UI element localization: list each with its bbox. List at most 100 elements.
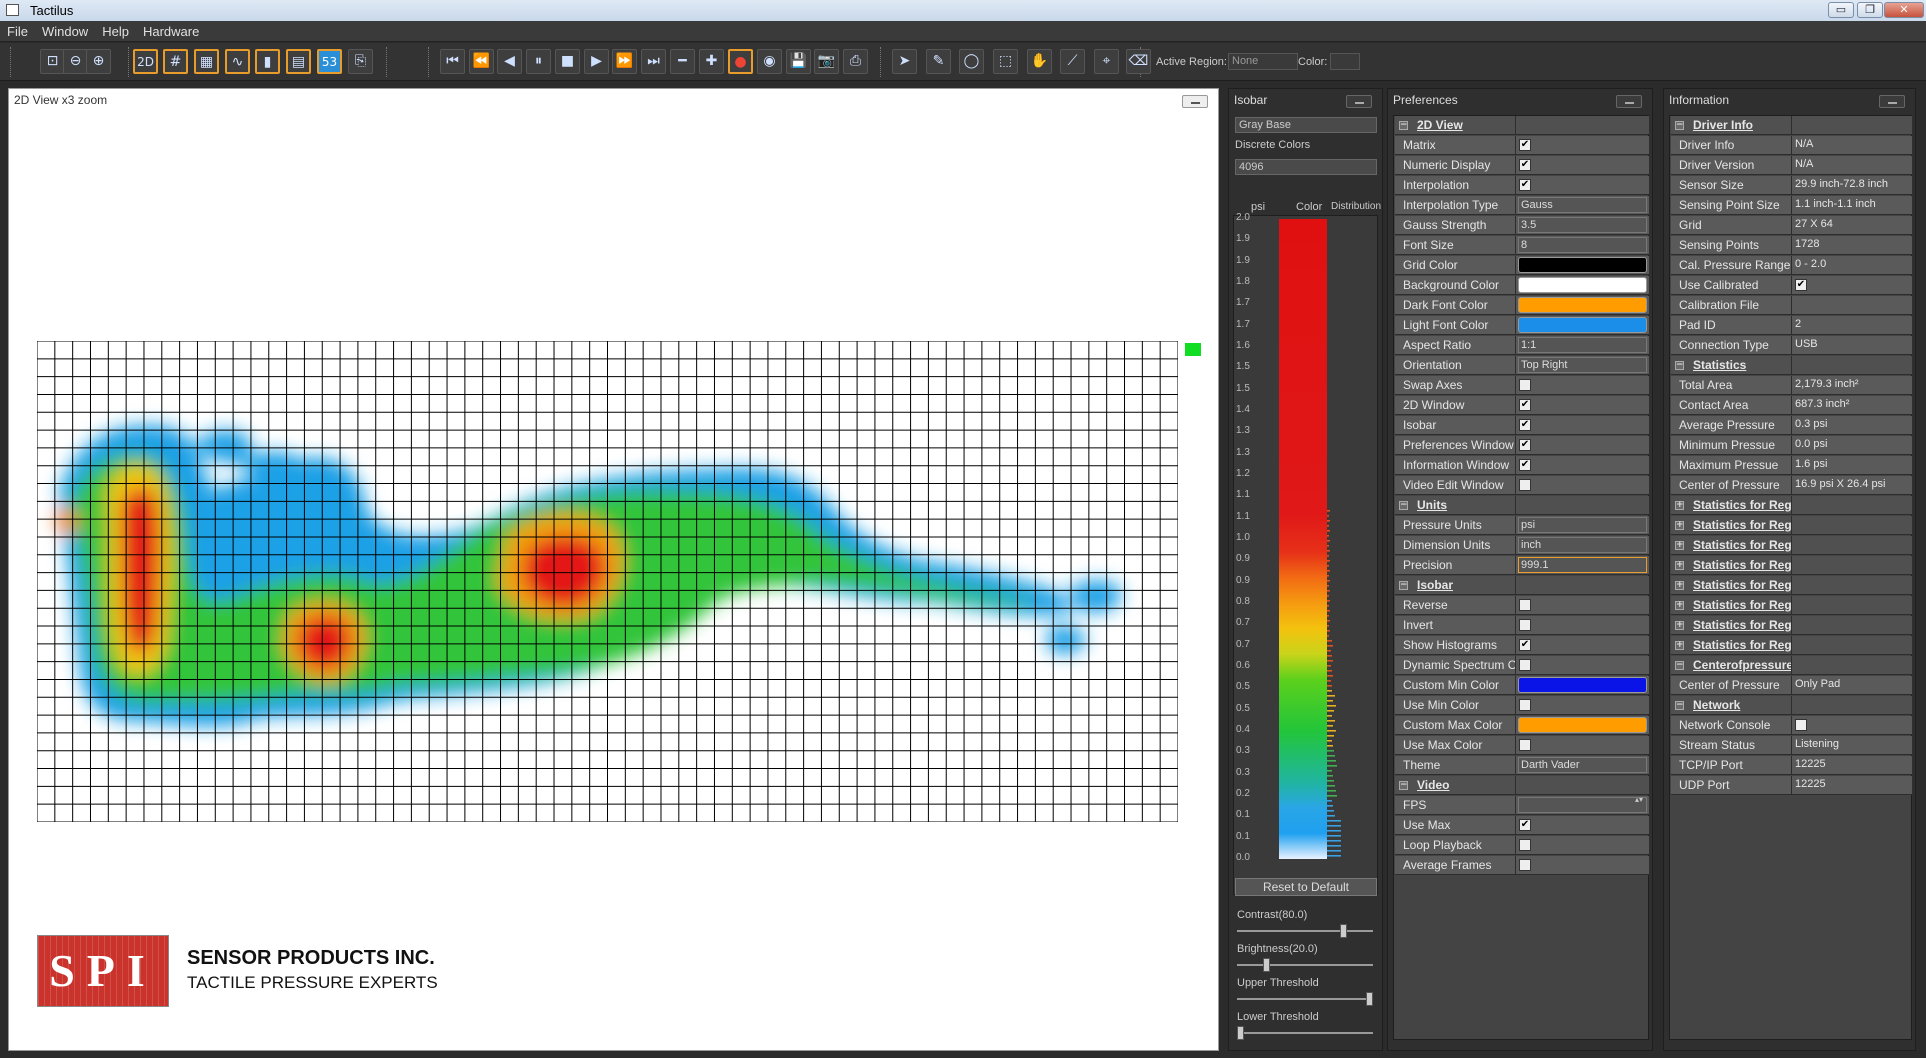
property-value[interactable]: ✔ bbox=[1517, 636, 1649, 654]
discrete-colors-field[interactable]: 4096 bbox=[1235, 159, 1377, 175]
camera-icon[interactable]: 📷 bbox=[814, 49, 839, 74]
brightness-slider-thumb[interactable] bbox=[1262, 958, 1270, 972]
isobar-toggle-icon[interactable]: ▮ bbox=[255, 49, 280, 74]
section-video[interactable]: Video − bbox=[1395, 776, 1649, 795]
section-2d-view[interactable]: 2D View − bbox=[1395, 116, 1649, 135]
section-statistics-for-region-3[interactable]: Statistics for Region 3+ bbox=[1671, 536, 1912, 555]
brightness-slider[interactable] bbox=[1237, 958, 1373, 972]
add-frame-icon[interactable]: ✚ bbox=[699, 49, 724, 74]
property-value[interactable]: ✔ bbox=[1517, 396, 1649, 414]
section-statistics-for-region-5[interactable]: Statistics for Region 5+ bbox=[1671, 576, 1912, 595]
close-button[interactable]: ✕ bbox=[1884, 2, 1924, 18]
center-of-pressure-icon[interactable]: ⌖ bbox=[1094, 49, 1119, 74]
zoom-out-icon[interactable]: ⊖ bbox=[63, 49, 88, 74]
property-value[interactable]: Darth Vader bbox=[1517, 756, 1649, 774]
view-2d-button[interactable]: 2D bbox=[133, 49, 158, 74]
dimension-units-field[interactable]: inch bbox=[1518, 537, 1647, 553]
section-driver-info[interactable]: Driver Info − bbox=[1671, 116, 1912, 135]
pressure-map[interactable] bbox=[37, 341, 1178, 822]
contrast-slider-thumb[interactable] bbox=[1340, 924, 1348, 938]
dynamic-spectrum-opti-checkbox[interactable] bbox=[1519, 659, 1531, 671]
isobar-minimize-button[interactable] bbox=[1346, 95, 1372, 108]
skip-first-icon[interactable]: ⏮ bbox=[440, 49, 465, 74]
reverse-checkbox[interactable] bbox=[1519, 599, 1531, 611]
property-value[interactable] bbox=[1517, 296, 1649, 314]
network-console-checkbox[interactable] bbox=[1795, 719, 1807, 731]
interpolation-checkbox[interactable]: ✔ bbox=[1519, 179, 1531, 191]
property-value[interactable] bbox=[1517, 316, 1649, 334]
collapse-icon[interactable]: − bbox=[1399, 581, 1408, 590]
menu-help[interactable]: Help bbox=[95, 21, 136, 39]
property-value[interactable] bbox=[1517, 856, 1649, 874]
stop-icon[interactable]: ■ bbox=[555, 49, 580, 74]
collapse-icon[interactable]: − bbox=[1675, 361, 1684, 370]
property-value[interactable]: ✔ bbox=[1517, 436, 1649, 454]
property-value[interactable] bbox=[1517, 616, 1649, 634]
skip-last-icon[interactable]: ⏭ bbox=[641, 49, 666, 74]
information-minimize-button[interactable] bbox=[1879, 95, 1905, 108]
property-value[interactable]: ✔ bbox=[1517, 816, 1649, 834]
property-value[interactable] bbox=[1517, 696, 1649, 714]
section-statistics-for-region-8[interactable]: Statistics for Region 8+ bbox=[1671, 636, 1912, 655]
lower-threshold-slider[interactable] bbox=[1237, 1026, 1373, 1040]
gauss-strength-field[interactable]: 3.5 bbox=[1518, 217, 1647, 233]
preferences-window-checkbox[interactable]: ✔ bbox=[1519, 439, 1531, 451]
expand-icon[interactable]: + bbox=[1675, 501, 1684, 510]
upper-threshold-slider-thumb[interactable] bbox=[1366, 992, 1373, 1006]
matrix-checkbox[interactable]: ✔ bbox=[1519, 139, 1531, 151]
information-window-icon[interactable]: 53 bbox=[317, 49, 342, 74]
expand-icon[interactable]: + bbox=[1675, 621, 1684, 630]
expand-icon[interactable]: + bbox=[1675, 561, 1684, 570]
reset-to-default-button[interactable]: Reset to Default bbox=[1235, 878, 1377, 896]
video-edit-window-checkbox[interactable] bbox=[1519, 479, 1531, 491]
background-color-swatch[interactable] bbox=[1518, 277, 1647, 293]
section-isobar[interactable]: Isobar − bbox=[1395, 576, 1649, 595]
show-histograms-checkbox[interactable]: ✔ bbox=[1519, 639, 1531, 651]
property-value[interactable]: inch bbox=[1517, 536, 1649, 554]
section-network[interactable]: Network − bbox=[1671, 696, 1912, 715]
font-size-field[interactable]: 8 bbox=[1518, 237, 1647, 253]
information-window-checkbox[interactable]: ✔ bbox=[1519, 459, 1531, 471]
section-statistics[interactable]: Statistics − bbox=[1671, 356, 1912, 375]
active-region-field[interactable]: None bbox=[1228, 53, 1298, 70]
fast-forward-icon[interactable]: ⏩ bbox=[612, 49, 637, 74]
menu-hardware[interactable]: Hardware bbox=[136, 21, 206, 39]
property-value[interactable] bbox=[1517, 836, 1649, 854]
property-value[interactable]: Gauss bbox=[1517, 196, 1649, 214]
menu-file[interactable]: File bbox=[0, 21, 35, 39]
property-value[interactable] bbox=[1517, 256, 1649, 274]
fps-spinbox[interactable] bbox=[1518, 796, 1647, 813]
pointer-icon[interactable]: ➤ bbox=[892, 49, 917, 74]
property-value[interactable]: ✔ bbox=[1517, 176, 1649, 194]
grid-color-swatch[interactable] bbox=[1518, 257, 1647, 273]
expand-icon[interactable]: + bbox=[1675, 521, 1684, 530]
property-value[interactable]: ✔ bbox=[1517, 416, 1649, 434]
zoom-fit-icon[interactable]: ⊡ bbox=[40, 49, 65, 74]
expand-icon[interactable]: + bbox=[1675, 541, 1684, 550]
property-value[interactable] bbox=[1517, 656, 1649, 674]
property-value[interactable]: Top Right bbox=[1517, 356, 1649, 374]
eye-icon[interactable]: ◉ bbox=[757, 49, 782, 74]
isobar-base-dropdown[interactable]: Gray Base bbox=[1235, 117, 1377, 133]
grid-toggle-icon[interactable]: # bbox=[163, 49, 188, 74]
eraser-icon[interactable]: ⌫ bbox=[1126, 49, 1151, 74]
property-value[interactable]: 8 bbox=[1517, 236, 1649, 254]
print-icon[interactable]: ⎙ bbox=[843, 49, 868, 74]
section-units[interactable]: Units − bbox=[1395, 496, 1649, 515]
preferences-window-icon[interactable]: ▤ bbox=[286, 49, 311, 74]
minimize-button[interactable]: ▭ bbox=[1828, 2, 1854, 18]
pressure-units-field[interactable]: psi bbox=[1518, 517, 1647, 533]
menu-window[interactable]: Window bbox=[35, 21, 95, 39]
property-value[interactable]: ✔ bbox=[1517, 136, 1649, 154]
expand-icon[interactable]: + bbox=[1675, 601, 1684, 610]
use-min-color-checkbox[interactable] bbox=[1519, 699, 1531, 711]
property-value[interactable]: psi bbox=[1517, 516, 1649, 534]
upper-threshold-slider[interactable] bbox=[1237, 992, 1373, 1006]
step-back-icon[interactable]: ◀ bbox=[497, 49, 522, 74]
use-max-checkbox[interactable]: ✔ bbox=[1519, 819, 1531, 831]
precision-field[interactable]: 999.1 bbox=[1518, 557, 1647, 573]
property-value[interactable] bbox=[1517, 376, 1649, 394]
custom-max-color-swatch[interactable] bbox=[1518, 717, 1647, 733]
expand-icon[interactable]: + bbox=[1675, 641, 1684, 650]
section-statistics-for-region-7[interactable]: Statistics for Region 7+ bbox=[1671, 616, 1912, 635]
